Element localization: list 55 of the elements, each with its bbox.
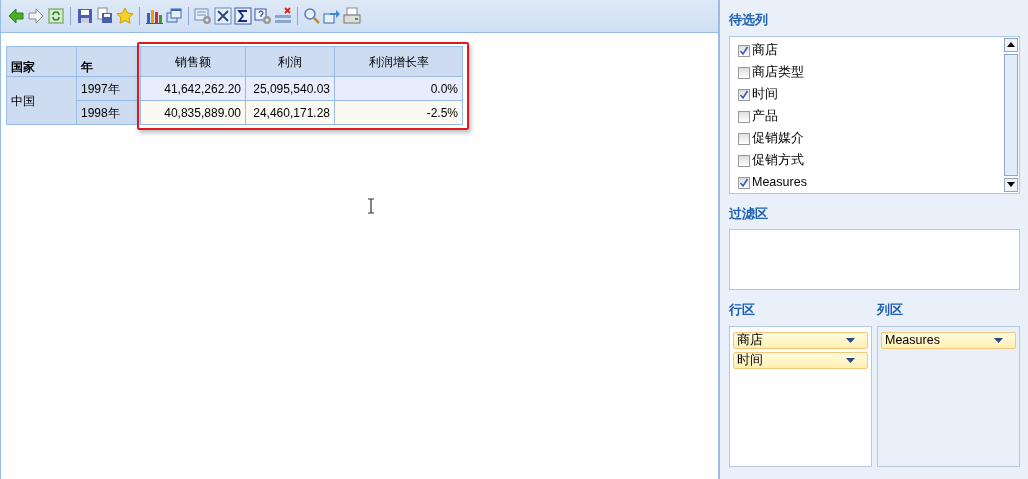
dropdown-caret-icon: [846, 337, 855, 343]
table-cell: 24,460,171.28: [245, 100, 335, 125]
bar-chart-icon[interactable]: [145, 7, 163, 25]
column-header: 利润: [245, 46, 335, 77]
star-icon[interactable]: [116, 7, 134, 25]
column-header: 利润增长率: [334, 46, 463, 77]
checkbox[interactable]: [738, 132, 750, 145]
windows-icon[interactable]: [165, 7, 183, 25]
checkbox[interactable]: [738, 110, 750, 123]
refresh-icon[interactable]: [47, 7, 65, 25]
field-pill[interactable]: 商店: [733, 331, 868, 349]
scroll-up-button[interactable]: [1004, 37, 1018, 52]
save-as-icon[interactable]: [96, 7, 114, 25]
table-cell: 41,642,262.20: [140, 76, 246, 101]
help-gear-icon[interactable]: [254, 7, 272, 25]
field-label: 时间: [752, 86, 778, 104]
checkbox[interactable]: [738, 88, 750, 101]
panel-title: 过滤区: [729, 204, 768, 223]
field-label: 促销媒介: [752, 130, 804, 148]
table-cell: 0.0%: [334, 76, 463, 101]
checkbox[interactable]: [738, 66, 750, 79]
dropdown-caret-icon: [994, 337, 1003, 343]
panel-title: 行区: [729, 301, 755, 319]
forward-arrow-icon[interactable]: [27, 7, 45, 25]
column-header: 销售额: [140, 46, 246, 77]
remove-row-icon[interactable]: [274, 7, 292, 25]
export-icon[interactable]: [323, 7, 341, 25]
field-pill[interactable]: Measures: [881, 331, 1016, 349]
field-label: 商店类型: [752, 64, 804, 82]
table-cell: 25,095,540.03: [245, 76, 335, 101]
up-arrow-icon: [1007, 42, 1015, 47]
panel-title: 列区: [877, 301, 903, 319]
field-pill[interactable]: 时间: [733, 351, 868, 369]
text-cursor-icon: [367, 198, 375, 214]
down-arrow-icon: [1007, 182, 1015, 187]
sigma-icon[interactable]: [234, 7, 252, 25]
checkbox[interactable]: [738, 176, 750, 189]
table-cell: 40,835,889.00: [140, 100, 246, 125]
row-header: 中国: [6, 76, 77, 125]
back-arrow-icon[interactable]: [7, 7, 25, 25]
scroll-down-button[interactable]: [1004, 177, 1018, 192]
table-cell: -2.5%: [334, 100, 463, 125]
field-label: 商店: [752, 42, 778, 60]
column-header: 国家: [6, 46, 77, 77]
save-icon[interactable]: [76, 7, 94, 25]
print-icon[interactable]: [343, 7, 361, 25]
field-label: Measures: [752, 174, 807, 192]
column-header: 年: [76, 46, 141, 77]
panel-title: 待选列: [729, 11, 768, 29]
search-icon[interactable]: [303, 7, 321, 25]
field-label: 促销方式: [752, 152, 804, 170]
dropdown-caret-icon: [846, 357, 855, 363]
field-label: 产品: [752, 108, 778, 126]
checkbox[interactable]: [738, 154, 750, 167]
checkbox[interactable]: [738, 44, 750, 57]
